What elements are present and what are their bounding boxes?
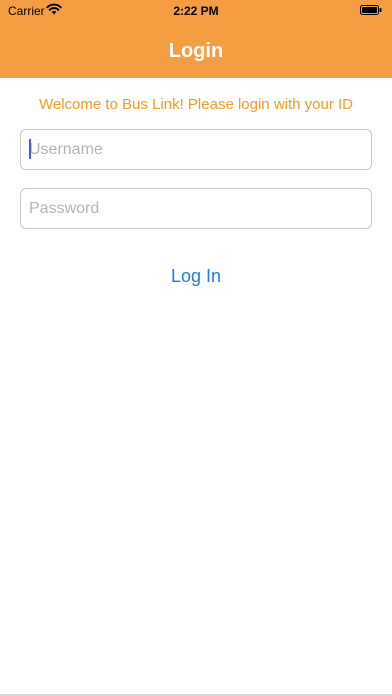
status-bar: Carrier 2:22 PM <box>0 0 392 22</box>
page-title: Login <box>168 40 224 62</box>
login-button[interactable]: Log In <box>146 262 246 290</box>
clock: 2:22 PM <box>173 4 219 18</box>
battery-icon <box>360 5 382 15</box>
username-input[interactable] <box>21 130 371 169</box>
welcome-message: Welcome to Bus Link! Please login with y… <box>38 96 354 113</box>
username-field-container <box>20 129 372 170</box>
text-cursor <box>29 139 31 159</box>
nav-header: Carrier 2:22 PM Login <box>0 0 392 78</box>
password-field-container <box>20 188 372 229</box>
password-input[interactable] <box>21 189 371 228</box>
